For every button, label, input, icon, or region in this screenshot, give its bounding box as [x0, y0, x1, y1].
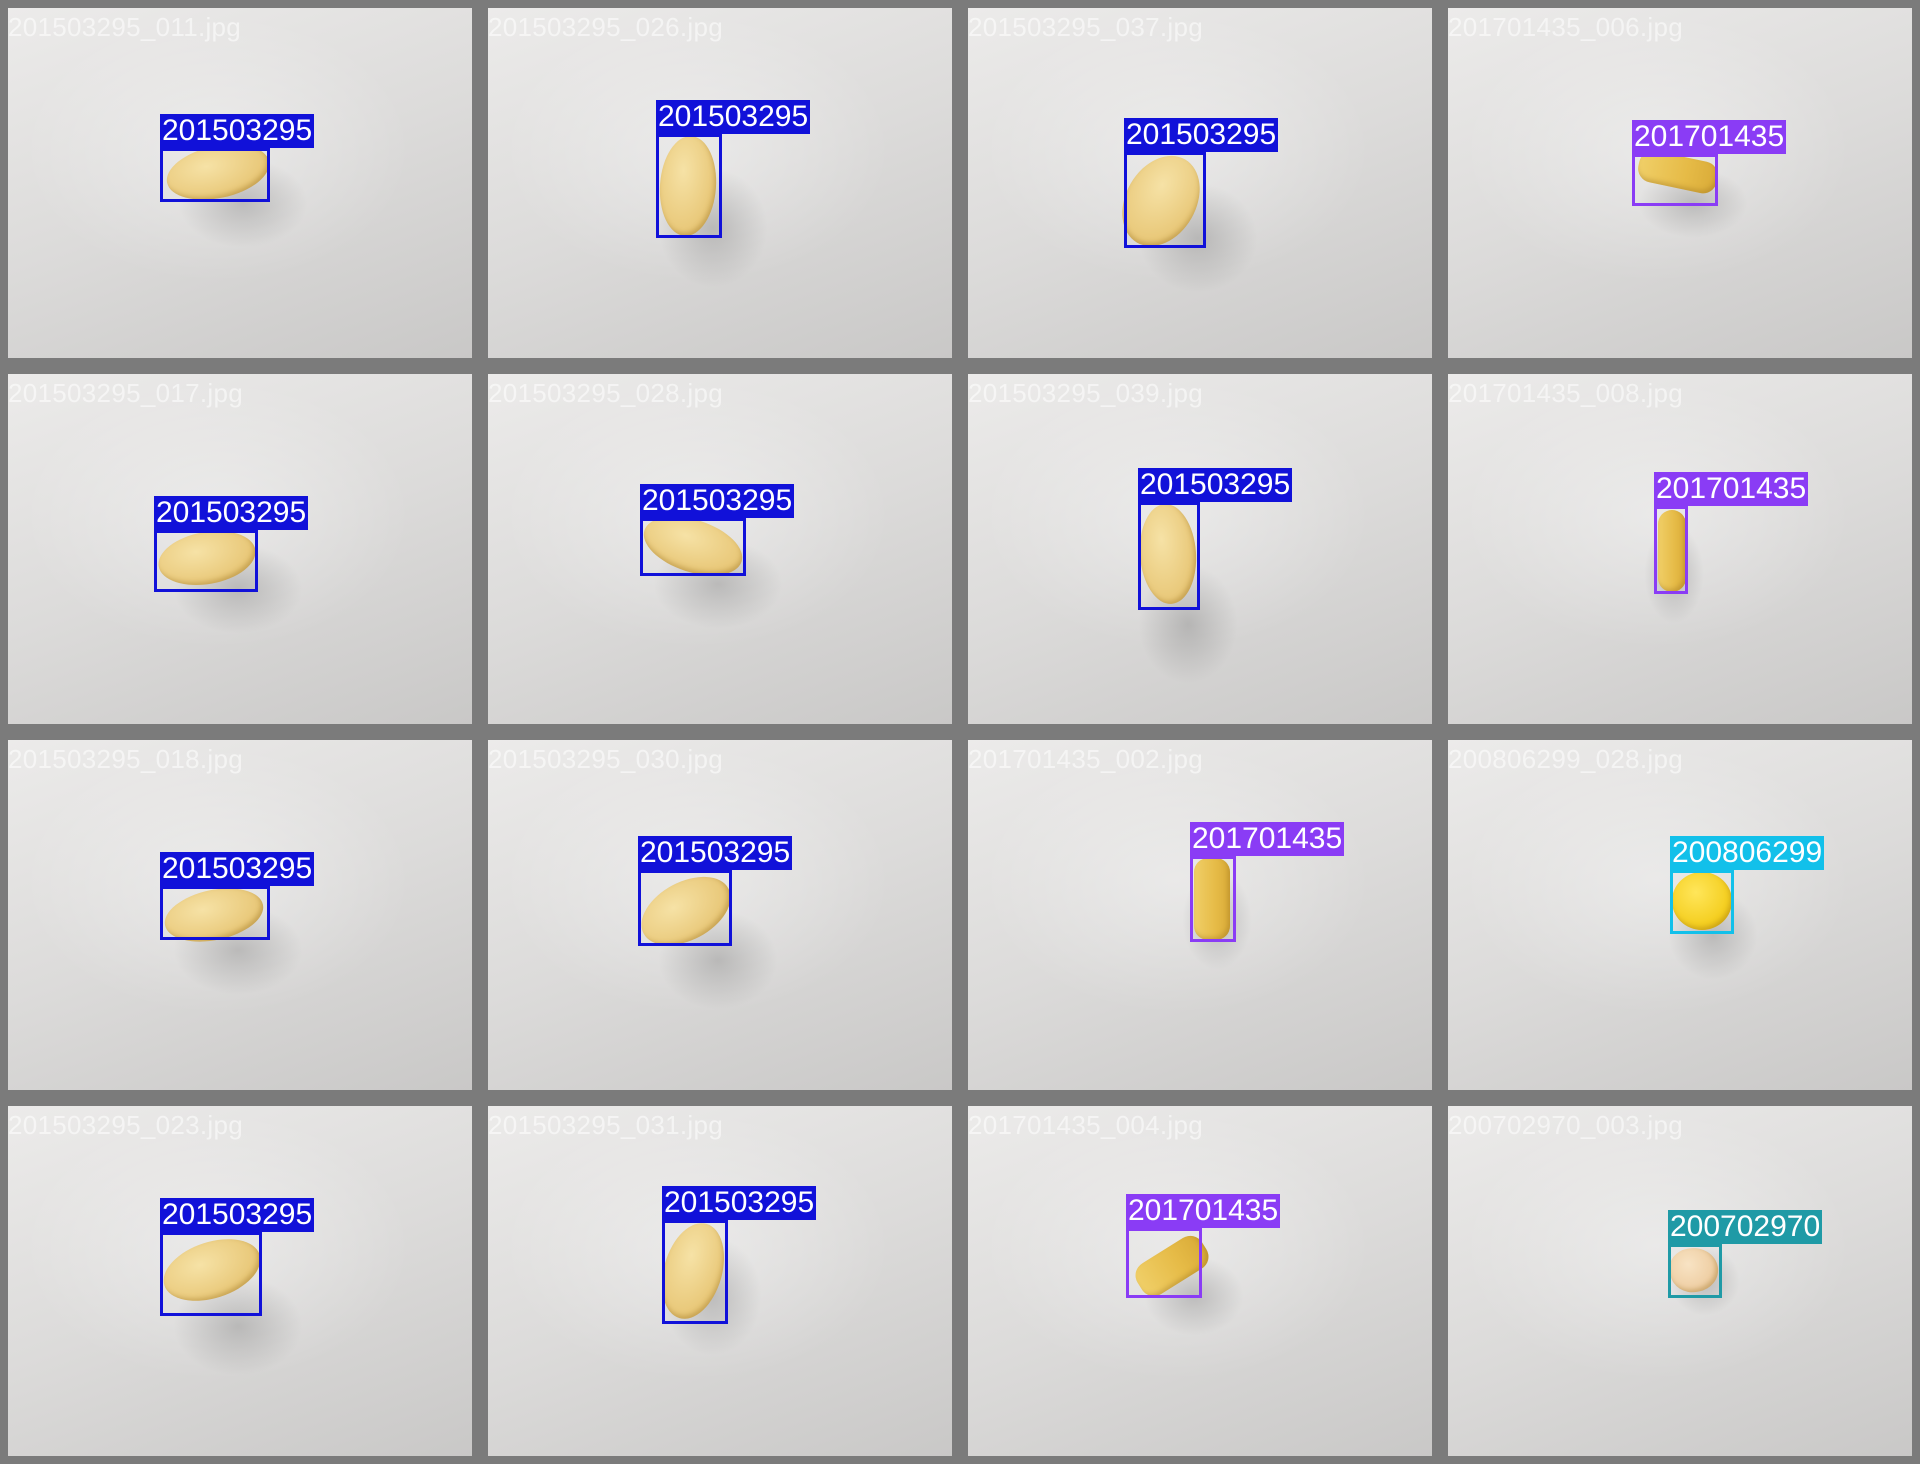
image-filename: 201503295_030.jpg — [488, 744, 723, 774]
image-filename: 201503295_031.jpg — [488, 1110, 723, 1140]
class-label: 200806299 — [1670, 836, 1825, 870]
image-tile: 201701435 201701435_008.jpg — [1440, 366, 1920, 732]
image-filename: 201503295_028.jpg — [488, 378, 723, 408]
bounding-box — [160, 148, 270, 202]
image-filename: 201503295_023.jpg — [8, 1110, 243, 1140]
image-filename: 201701435_008.jpg — [1448, 378, 1683, 408]
bounding-box — [638, 870, 732, 946]
bounding-box — [160, 886, 270, 940]
image-tile: 200702970 200702970_003.jpg — [1440, 1098, 1920, 1464]
image-tile: 201701435 201701435_002.jpg — [960, 732, 1440, 1098]
bounding-box — [154, 530, 258, 592]
bounding-box — [1670, 870, 1734, 934]
image-filename: 201503295_026.jpg — [488, 12, 723, 42]
class-label: 201701435 — [1654, 472, 1809, 506]
class-label: 201503295 — [640, 484, 795, 518]
bounding-box — [640, 518, 746, 576]
image-tile: 201503295 201503295_026.jpg — [480, 0, 960, 366]
image-tile: 200806299 200806299_028.jpg — [1440, 732, 1920, 1098]
class-label: 201701435 — [1190, 822, 1345, 856]
image-filename: 201701435_002.jpg — [968, 744, 1203, 774]
image-filename: 201503295_018.jpg — [8, 744, 243, 774]
image-filename: 201503295_039.jpg — [968, 378, 1203, 408]
detection-mosaic: 201503295 201503295_011.jpg 201503295 20… — [0, 0, 1920, 1464]
image-filename: 200806299_028.jpg — [1448, 744, 1683, 774]
image-tile: 201503295 201503295_028.jpg — [480, 366, 960, 732]
class-label: 201503295 — [1138, 468, 1293, 502]
image-filename: 201701435_006.jpg — [1448, 12, 1683, 42]
bounding-box — [1668, 1244, 1722, 1298]
class-label: 201503295 — [160, 852, 315, 886]
image-filename: 201503295_017.jpg — [8, 378, 243, 408]
class-label: 201503295 — [154, 496, 309, 530]
image-tile: 201503295 201503295_023.jpg — [0, 1098, 480, 1464]
image-tile: 201503295 201503295_037.jpg — [960, 0, 1440, 366]
class-label: 201503295 — [656, 100, 811, 134]
class-label: 201503295 — [160, 1198, 315, 1232]
image-filename: 201701435_004.jpg — [968, 1110, 1203, 1140]
image-tile: 201503295 201503295_039.jpg — [960, 366, 1440, 732]
class-label: 201503295 — [1124, 118, 1279, 152]
bounding-box — [1138, 502, 1200, 610]
class-label: 201503295 — [160, 114, 315, 148]
image-tile: 201701435 201701435_004.jpg — [960, 1098, 1440, 1464]
bounding-box — [1654, 506, 1688, 594]
image-filename: 200702970_003.jpg — [1448, 1110, 1683, 1140]
bounding-box — [1190, 856, 1236, 942]
bounding-box — [1124, 152, 1206, 248]
bounding-box — [1126, 1228, 1202, 1298]
class-label: 201701435 — [1632, 120, 1787, 154]
bounding-box — [656, 134, 722, 238]
class-label: 201503295 — [638, 836, 793, 870]
class-label: 201701435 — [1126, 1194, 1281, 1228]
class-label: 200702970 — [1668, 1210, 1823, 1244]
image-filename: 201503295_037.jpg — [968, 12, 1203, 42]
image-tile: 201503295 201503295_017.jpg — [0, 366, 480, 732]
image-filename: 201503295_011.jpg — [8, 12, 242, 42]
image-tile: 201503295 201503295_030.jpg — [480, 732, 960, 1098]
image-tile: 201503295 201503295_011.jpg — [0, 0, 480, 366]
image-tile: 201503295 201503295_018.jpg — [0, 732, 480, 1098]
image-tile: 201503295 201503295_031.jpg — [480, 1098, 960, 1464]
image-tile: 201701435 201701435_006.jpg — [1440, 0, 1920, 366]
bounding-box — [160, 1232, 262, 1316]
class-label: 201503295 — [662, 1186, 817, 1220]
bounding-box — [662, 1220, 728, 1324]
bounding-box — [1632, 154, 1718, 206]
